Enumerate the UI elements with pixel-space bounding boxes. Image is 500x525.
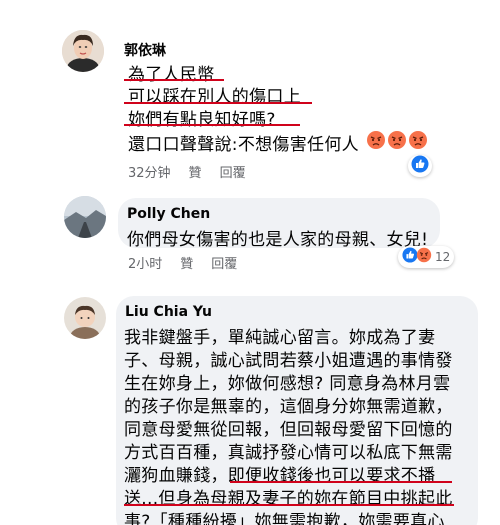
avatar[interactable] — [62, 30, 104, 72]
reply-link[interactable]: 回覆 — [211, 253, 237, 272]
comment-text-line: 的孩子你是無辜的，這個身分妳無需道歉， — [124, 397, 453, 417]
comment-text-line: 生在妳身上，妳做何感想? 同意身為林月雲 — [124, 374, 451, 394]
comment-text-line: 同意母愛無從回報，但回報母愛留下回憶的 — [124, 420, 453, 440]
red-underline — [124, 102, 312, 104]
angry-emoji-icon — [408, 130, 428, 154]
red-underline — [230, 481, 452, 483]
like-thumb-icon — [411, 155, 429, 177]
comment-text-line: 還口口聲聲說:不想傷害任何人 — [128, 135, 359, 155]
comment-text-line: 你們母女傷害的也是人家的母親、女兒! — [127, 230, 429, 250]
reply-link[interactable]: 回覆 — [220, 162, 246, 181]
comment-text-line: 方式百百種，真誠抒發心情可以私底下無需 — [124, 443, 453, 463]
comment-time[interactable]: 2小时 — [128, 253, 162, 272]
comment-time[interactable]: 32分钟 — [128, 162, 171, 181]
avatar[interactable] — [64, 196, 106, 238]
angry-emoji-icon — [387, 130, 407, 154]
red-underline — [124, 124, 300, 126]
angry-emoji-icon — [416, 247, 432, 267]
red-underline — [124, 79, 224, 81]
comment-author[interactable]: 郭依琳 — [124, 40, 166, 60]
avatar[interactable] — [64, 297, 106, 339]
comment-author[interactable]: Liu Chia Yu — [125, 304, 212, 320]
comment-author[interactable]: Polly Chen — [127, 206, 210, 222]
reaction-summary[interactable]: 12 — [398, 246, 455, 268]
like-link[interactable]: 贊 — [189, 162, 202, 181]
comment-text-line: 我非鍵盤手，單純誠心留言。妳成為了妻 — [124, 328, 436, 348]
reaction-count: 12 — [435, 250, 451, 264]
angry-emoji-icon — [366, 130, 386, 154]
like-link[interactable]: 贊 — [180, 253, 193, 272]
comment-meta: 32分钟 贊 回覆 — [128, 162, 246, 181]
comment-text-line: 事?「種種紛擾」妳無需抱歉，妳需要真心 — [124, 512, 445, 525]
comment-text-line: 子、母親，誠心試問若蔡小姐遭遇的事情發 — [124, 351, 453, 371]
comment-meta: 2小时 贊 回覆 — [128, 253, 237, 272]
comment-text-line: 妳們有點良知好嗎? — [128, 110, 276, 130]
reaction-summary[interactable] — [408, 155, 432, 177]
red-underline — [124, 504, 454, 506]
